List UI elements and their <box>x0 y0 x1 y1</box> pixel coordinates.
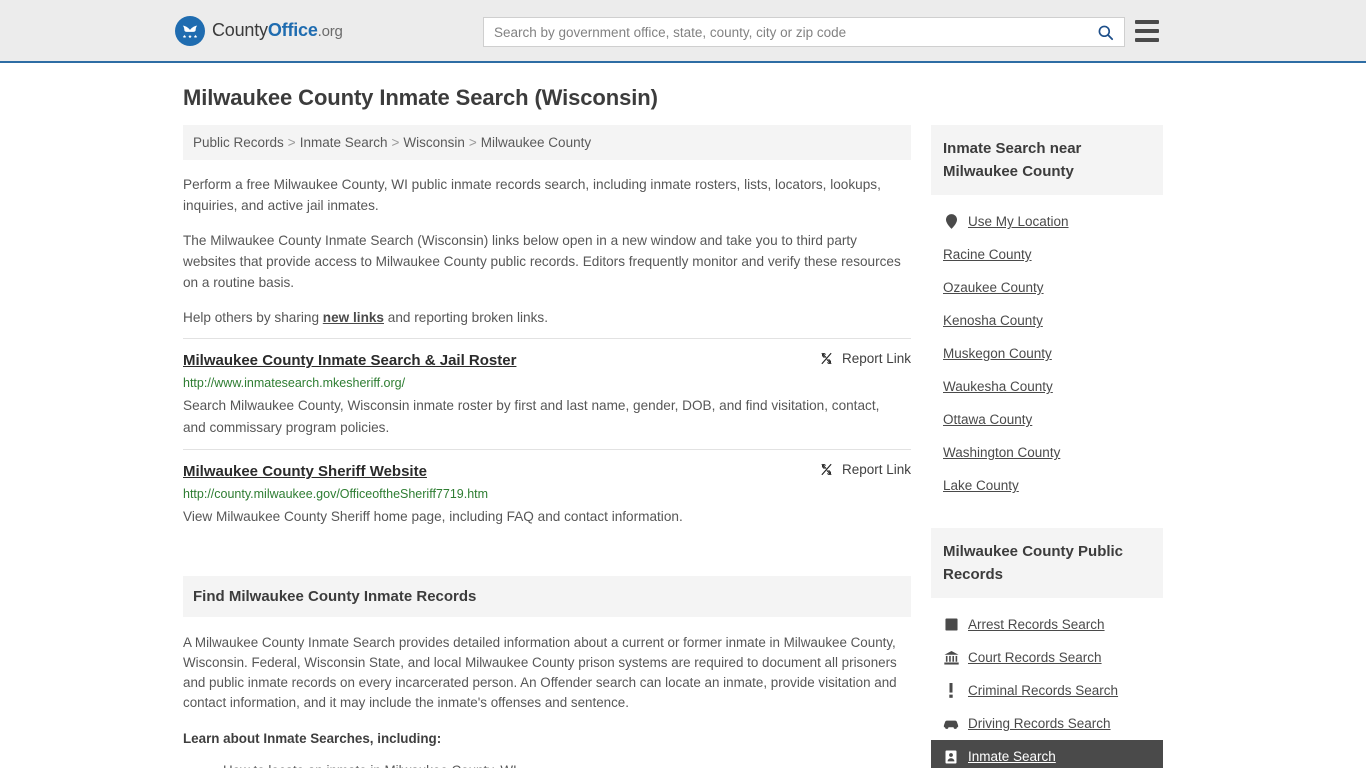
breadcrumb-separator: > <box>287 135 296 150</box>
sidebar-item-label: Use My Location <box>968 214 1069 229</box>
breadcrumb-separator: > <box>468 135 477 150</box>
sidebar-item-label: Criminal Records Search <box>968 683 1119 698</box>
search-button[interactable] <box>1086 18 1124 46</box>
site-logo-text: CountyOffice.org <box>212 20 343 41</box>
hamburger-menu-icon[interactable] <box>1135 20 1159 42</box>
broken-link-icon <box>821 463 832 476</box>
share-text-after: and reporting broken links. <box>384 310 548 325</box>
id-card-icon <box>943 749 959 765</box>
sidebar-item-label: Lake County <box>943 478 1019 493</box>
sidebar-item-kenosha-county[interactable]: Kenosha County <box>931 304 1163 337</box>
search-icon <box>1098 25 1113 40</box>
sidebar-item-label: Muskegon County <box>943 346 1052 361</box>
sidebar-item-label: Inmate Search <box>968 749 1056 764</box>
public-records-list: Arrest Records Search Court Records Sear… <box>931 598 1163 768</box>
share-text-before: Help others by sharing <box>183 310 323 325</box>
sidebar-item-arrest-records-search[interactable]: Arrest Records Search <box>931 608 1163 641</box>
sidebar-item-waukesha-county[interactable]: Waukesha County <box>931 370 1163 403</box>
report-link-label: Report Link <box>841 462 911 477</box>
logo-text-part1: County <box>212 20 268 40</box>
report-link-label: Report Link <box>841 351 911 366</box>
sidebar-item-lake-county[interactable]: Lake County <box>931 469 1163 502</box>
sidebar: Inmate Search near Milwaukee County Use … <box>931 125 1163 768</box>
breadcrumb-item-milwaukee-county: Milwaukee County <box>480 135 592 150</box>
breadcrumb-item-wisconsin[interactable]: Wisconsin <box>403 135 465 150</box>
car-icon <box>943 716 959 732</box>
sidebar-item-inmate-search[interactable]: Inmate Search <box>931 740 1163 768</box>
records-section-body: A Milwaukee County Inmate Search provide… <box>183 617 911 768</box>
records-section-heading: Find Milwaukee County Inmate Records <box>183 576 911 617</box>
learn-about-heading: Learn about Inmate Searches, including: <box>183 731 442 746</box>
listing-header: Milwaukee County Sheriff Website Report … <box>183 462 911 482</box>
sidebar-item-criminal-records-search[interactable]: Criminal Records Search <box>931 674 1163 707</box>
link-listing: Milwaukee County Inmate Search & Jail Ro… <box>183 338 911 449</box>
records-section-paragraph: A Milwaukee County Inmate Search provide… <box>183 635 897 710</box>
main-column: Public Records > Inmate Search > Wisconsin > M… <box>183 125 911 768</box>
sidebar-item-driving-records-search[interactable]: Driving Records Search <box>931 707 1163 740</box>
list-item: How to locate an inmate in Milwaukee Cou… <box>223 759 911 768</box>
page-title: Milwaukee County Inmate Search (Wisconsi… <box>183 85 658 110</box>
sidebar-item-label: Kenosha County <box>943 313 1043 328</box>
search-input[interactable] <box>484 18 1086 46</box>
sidebar-item-washington-county[interactable]: Washington County <box>931 436 1163 469</box>
breadcrumb: Public Records > Inmate Search > Wisconsin > M… <box>183 125 911 160</box>
intro-paragraph-2: The Milwaukee County Inmate Search (Wisc… <box>183 233 901 290</box>
exclamation-icon <box>943 683 959 699</box>
sidebar-item-label: Waukesha County <box>943 379 1053 394</box>
sidebar-item-label: Ottawa County <box>943 412 1033 427</box>
sidebar-item-court-records-search[interactable]: Court Records Search <box>931 641 1163 674</box>
eagle-shield-logo-icon <box>175 15 205 46</box>
hamburger-bar <box>1135 38 1159 42</box>
hamburger-bar <box>1135 20 1159 24</box>
breadcrumb-item-inmate-search[interactable]: Inmate Search <box>300 135 388 150</box>
learn-about-list: How to locate an inmate in Milwaukee Cou… <box>183 759 911 768</box>
report-link-button[interactable]: Report Link <box>799 462 911 477</box>
new-links-link[interactable]: new links <box>323 310 384 325</box>
page-container: Milwaukee County Inmate Search (Wisconsi… <box>183 63 1183 768</box>
sidebar-item-label: Washington County <box>943 445 1061 460</box>
breadcrumb-item-public-records[interactable]: Public Records <box>193 135 284 150</box>
report-link-button[interactable]: Report Link <box>799 351 911 366</box>
broken-link-icon <box>821 352 832 365</box>
inmate-search-near-list: Use My Location Racine County Ozaukee Co… <box>931 195 1163 502</box>
content-columns: Public Records > Inmate Search > Wisconsin > M… <box>183 125 1183 768</box>
sidebar-item-use-my-location[interactable]: Use My Location <box>931 205 1163 238</box>
search-bar[interactable] <box>483 17 1125 47</box>
logo-text-part2: Office <box>267 20 318 40</box>
site-header: CountyOffice.org <box>0 0 1366 63</box>
breadcrumb-separator: > <box>391 135 400 150</box>
link-listing: Milwaukee County Sheriff Website Report … <box>183 449 911 538</box>
hamburger-bar <box>1135 29 1159 33</box>
listing-description: Search Milwaukee County, Wisconsin inmat… <box>183 398 880 435</box>
public-records-box: Milwaukee County Public Records Arrest R… <box>931 528 1163 768</box>
listing-description: View Milwaukee County Sheriff home page,… <box>183 509 683 524</box>
sidebar-item-label: Driving Records Search <box>968 716 1111 731</box>
intro-paragraph-1: Perform a free Milwaukee County, WI publ… <box>183 177 881 213</box>
sidebar-item-label: Racine County <box>943 247 1032 262</box>
sidebar-item-muskegon-county[interactable]: Muskegon County <box>931 337 1163 370</box>
sidebar-item-label: Ozaukee County <box>943 280 1044 295</box>
intro-text: Perform a free Milwaukee County, WI publ… <box>183 174 911 328</box>
sidebar-item-label: Arrest Records Search <box>968 617 1105 632</box>
listing-title-link[interactable]: Milwaukee County Sheriff Website <box>183 462 427 482</box>
sidebar-item-label: Court Records Search <box>968 650 1102 665</box>
map-pin-icon <box>943 214 959 230</box>
inmate-search-near-box: Inmate Search near Milwaukee County Use … <box>931 125 1163 502</box>
site-logo[interactable]: CountyOffice.org <box>175 15 343 46</box>
sidebar-item-ottawa-county[interactable]: Ottawa County <box>931 403 1163 436</box>
logo-text-part3: .org <box>317 23 343 40</box>
public-records-heading: Milwaukee County Public Records <box>931 528 1163 598</box>
listing-url: http://www.inmatesearch.mkesheriff.org/ <box>183 376 406 390</box>
courthouse-icon <box>943 650 959 666</box>
listing-url: http://county.milwaukee.gov/OfficeoftheS… <box>183 487 489 501</box>
listing-header: Milwaukee County Inmate Search & Jail Ro… <box>183 351 911 371</box>
sidebar-item-ozaukee-county[interactable]: Ozaukee County <box>931 271 1163 304</box>
listing-title-link[interactable]: Milwaukee County Inmate Search & Jail Ro… <box>183 351 516 371</box>
fingerprint-icon <box>943 617 959 633</box>
sidebar-item-racine-county[interactable]: Racine County <box>931 238 1163 271</box>
intro-paragraph-3: Help others by sharing new links and rep… <box>183 307 911 328</box>
inmate-search-near-heading: Inmate Search near Milwaukee County <box>931 125 1163 195</box>
header-inner: CountyOffice.org <box>175 0 1183 61</box>
